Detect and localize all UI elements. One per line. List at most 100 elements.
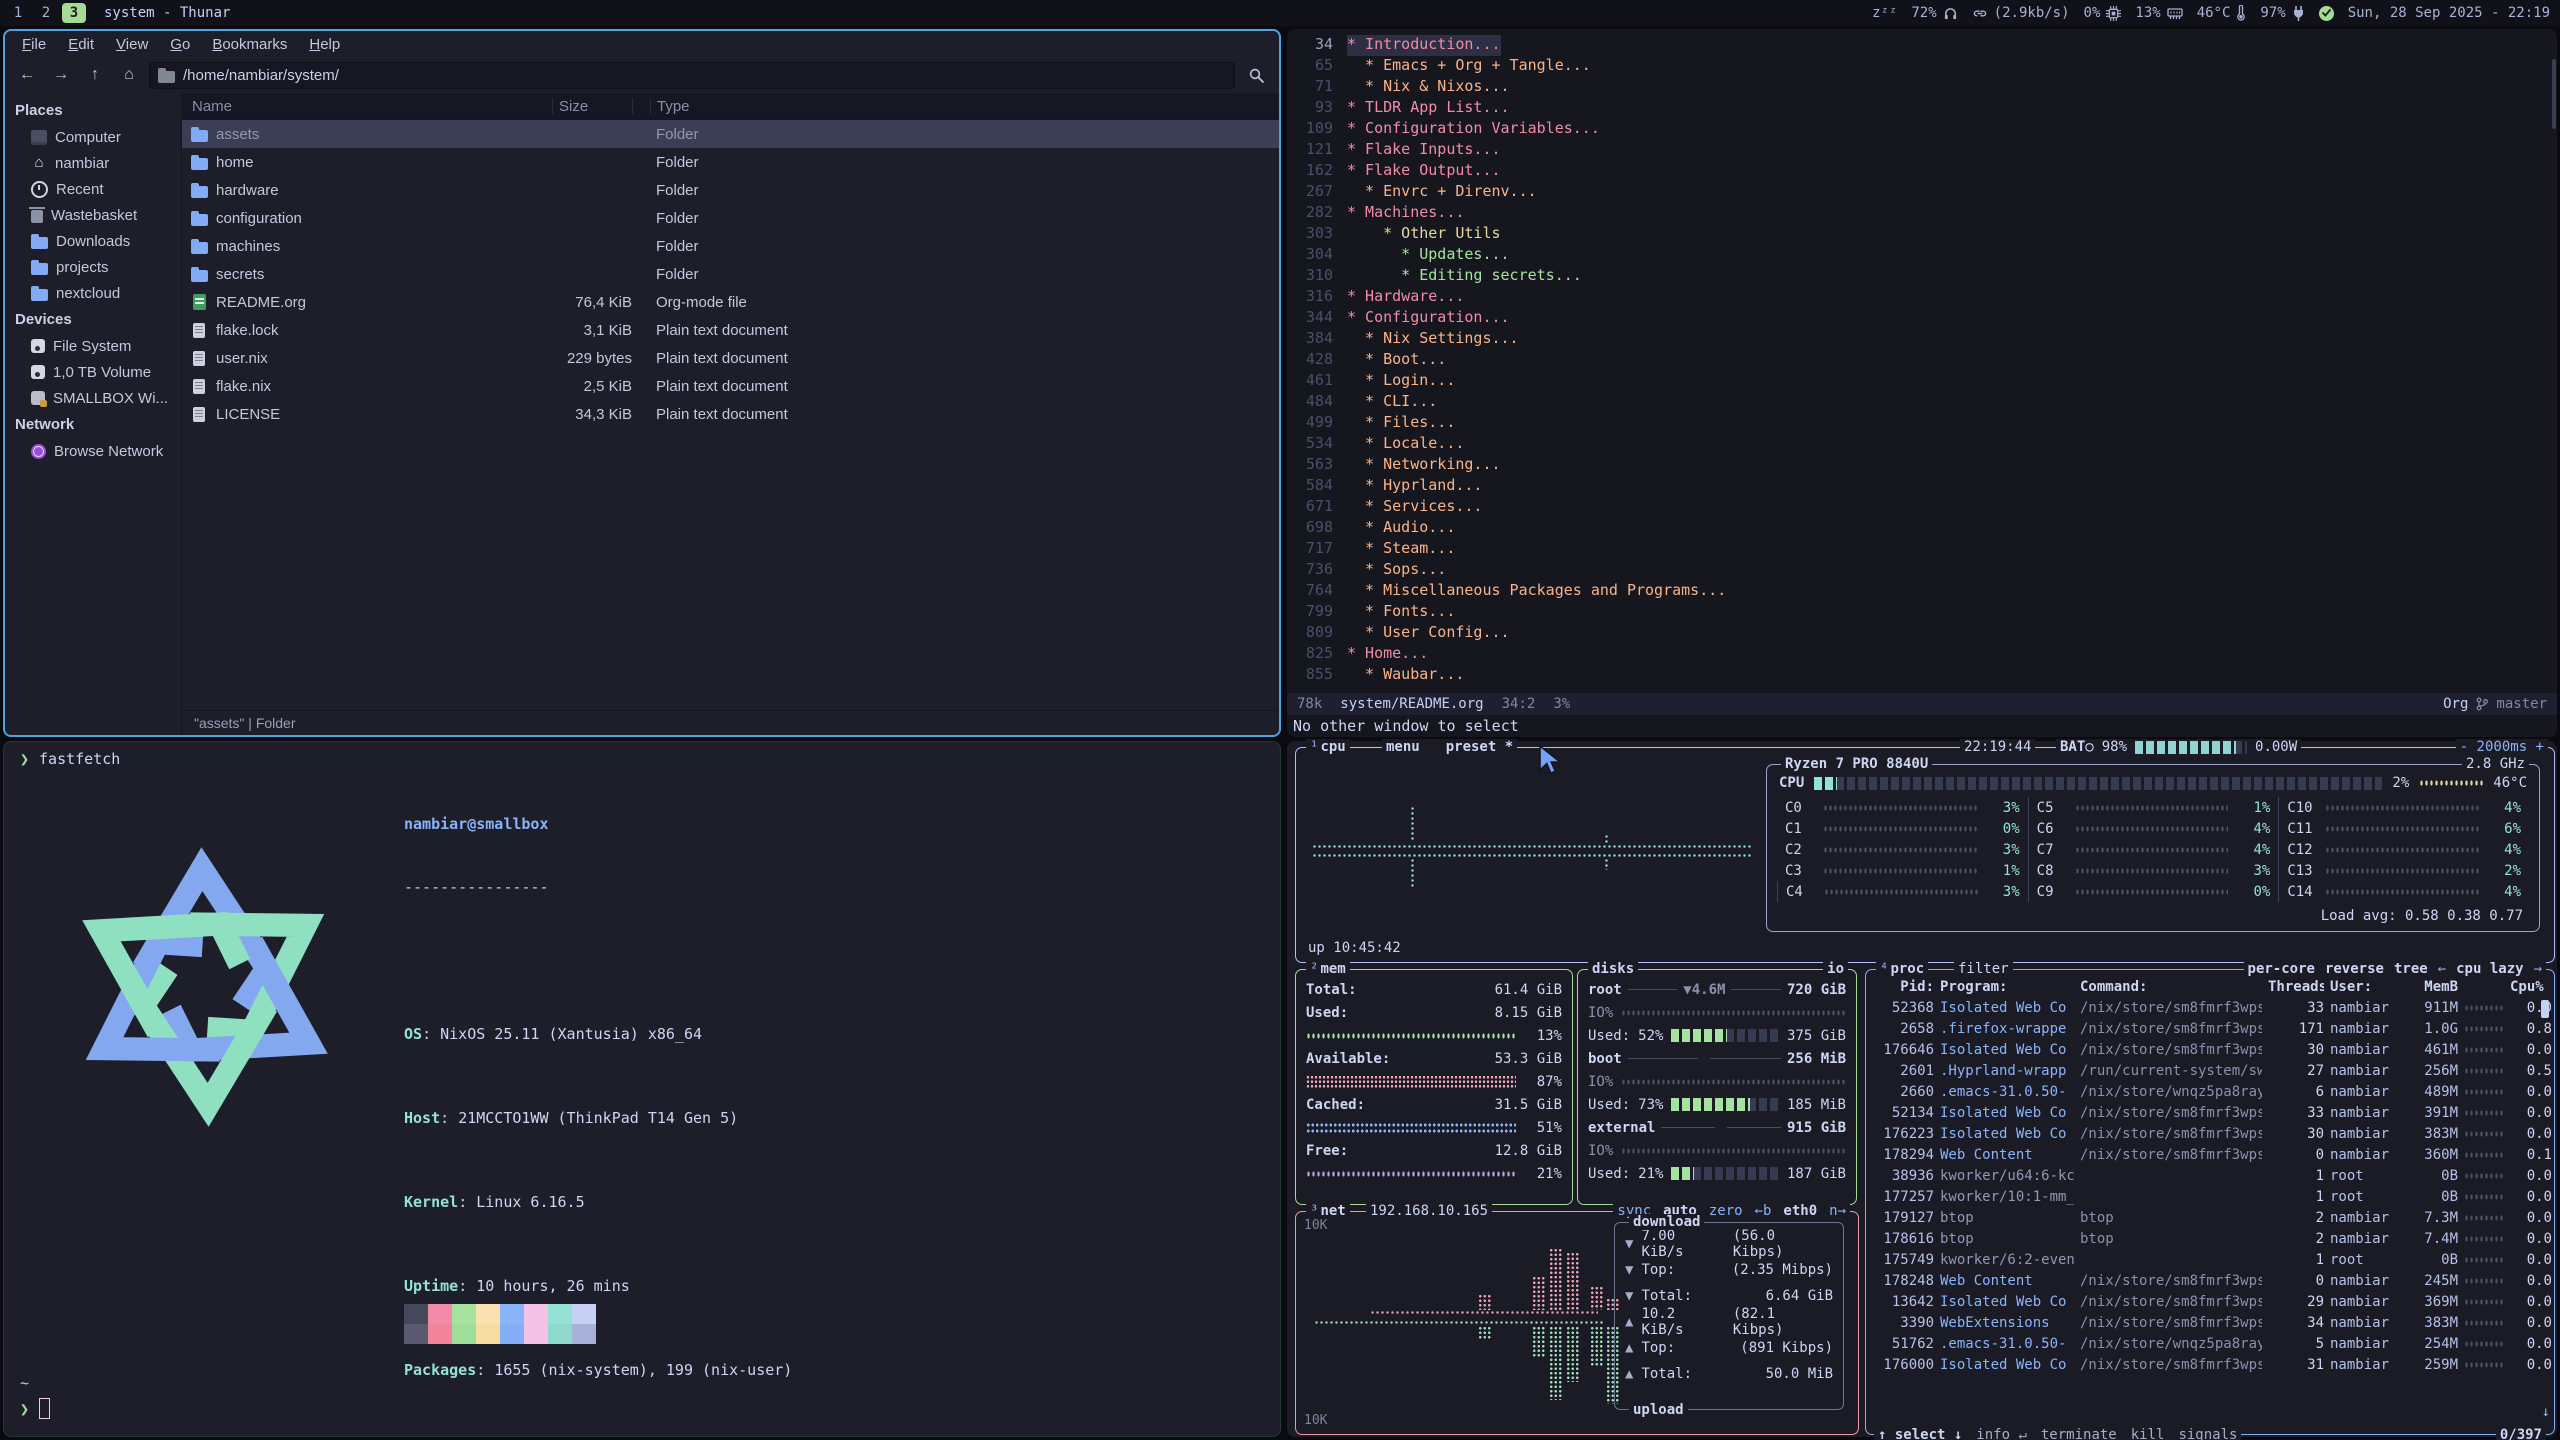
file-row[interactable]: LICENSE 34,3 KiB Plain text document [182,400,1279,428]
file-row[interactable]: flake.nix 2,5 KiB Plain text document [182,372,1279,400]
process-row[interactable]: 176646 Isolated Web Co /nix/store/sm8fmr… [1866,1039,2554,1060]
process-row[interactable]: 3390 WebExtensions /nix/store/sm8fmrf3wp… [1866,1312,2554,1333]
process-row[interactable]: 2660 .emacs-31.0.50- /nix/store/wnqz5pa8… [1866,1081,2554,1102]
process-row[interactable]: 51762 .emacs-31.0.50- /nix/store/wnqz5pa… [1866,1333,2554,1354]
cpu-box-title[interactable]: ¹cpu [1306,739,1350,755]
sidebar-item[interactable]: Downloads [5,228,181,254]
net-option[interactable]: eth0 [1783,1203,1817,1219]
process-row[interactable]: 177257 kworker/10:1-mm_ 1 root 0B 0.0 [1866,1186,2554,1207]
menu-item[interactable]: View [107,34,157,55]
shell-prompt[interactable]: ❯ [20,1398,50,1419]
sidebar-item[interactable]: nextcloud [5,280,181,306]
net-option[interactable]: ←b [1755,1203,1772,1219]
proc-action[interactable]: kill [2131,1427,2165,1440]
file-row[interactable]: configuration Folder [182,204,1279,232]
menu-item[interactable]: File [13,34,55,55]
path-bar[interactable]: /home/nambiar/system/ [149,62,1235,89]
proc-box-title[interactable]: ⁴proc [1876,961,1928,977]
menu-item[interactable]: Go [161,34,199,55]
home-button[interactable]: ⌂ [115,62,143,88]
btop-menu-item[interactable]: preset * [1446,739,1513,755]
sidebar-item[interactable]: projects [5,254,181,280]
update-interval[interactable]: - 2000ms + [2456,739,2548,755]
clock[interactable]: Sun, 28 Sep 2025 - 22:19 [2348,5,2550,21]
column-size[interactable]: Size [552,98,632,114]
file-row[interactable]: secrets Folder [182,260,1279,288]
file-row[interactable]: assets Folder [182,120,1279,148]
process-row[interactable]: 176000 Isolated Web Co /nix/store/sm8fmr… [1866,1354,2554,1375]
sidebar-item[interactable]: SMALLBOX Wi... [5,385,181,411]
io-toggle[interactable]: io [1823,961,1848,977]
column-name[interactable]: Name [182,98,552,114]
process-row[interactable]: 178616 btop btop 2 nambiar 7.4M 0.0 [1866,1228,2554,1249]
filter-button[interactable]: filter [1954,961,2013,977]
column-user[interactable]: User: [2330,979,2400,995]
process-row[interactable]: 13642 Isolated Web Co /nix/store/sm8fmrf… [1866,1291,2554,1312]
battery-indicator[interactable]: 97% [2260,5,2304,21]
proc-option[interactable]: ← [2438,961,2446,977]
process-row[interactable]: 2658 .firefox-wrappe /nix/store/sm8fmrf3… [1866,1018,2554,1039]
sidebar-item[interactable]: ⌂nambiar [5,150,181,176]
process-row[interactable]: 175749 kworker/6:2-even 1 root 0B 0.0 [1866,1249,2554,1270]
workspace-button[interactable]: 1 [6,3,30,23]
process-row[interactable]: 38936 kworker/u64:6-kc 1 root 0B 0.0 [1866,1165,2554,1186]
forward-button[interactable]: → [47,62,75,88]
net-option[interactable]: n→ [1829,1203,1846,1219]
scrollbar-thumb[interactable] [2552,59,2556,129]
proc-action[interactable]: terminate [2041,1427,2117,1440]
menu-item[interactable]: Help [300,34,349,55]
process-row[interactable]: 176223 Isolated Web Co /nix/store/sm8fmr… [1866,1123,2554,1144]
net-option[interactable]: zero [1709,1203,1743,1219]
back-button[interactable]: ← [13,62,41,88]
workspace-button[interactable]: 3 [62,3,86,23]
file-row[interactable]: hardware Folder [182,176,1279,204]
proc-option[interactable]: per-core [2248,961,2315,977]
process-row[interactable]: 52134 Isolated Web Co /nix/store/sm8fmrf… [1866,1102,2554,1123]
column-command[interactable]: Command: [2080,979,2262,995]
menu-item[interactable]: Bookmarks [203,34,296,55]
file-row[interactable]: user.nix 229 bytes Plain text document [182,344,1279,372]
process-row[interactable]: 178248 Web Content /nix/store/sm8fmrf3wp… [1866,1270,2554,1291]
sidebar-item[interactable]: File System [5,333,181,359]
process-row[interactable]: 178294 Web Content /nix/store/sm8fmrf3wp… [1866,1144,2554,1165]
workspace-button[interactable]: 2 [34,3,58,23]
file-row[interactable]: flake.lock 3,1 KiB Plain text document [182,316,1279,344]
file-row[interactable]: machines Folder [182,232,1279,260]
column-pid[interactable]: Pid: [1874,979,1934,995]
proc-option[interactable]: reverse [2325,961,2384,977]
proc-option[interactable]: → [2534,961,2542,977]
net-box-title[interactable]: ³net [1306,1203,1350,1219]
proc-scrollbar-thumb[interactable] [2541,1000,2549,1018]
sidebar-item[interactable]: 1,0 TB Volume [5,359,181,385]
proc-action[interactable]: ↑ select ↓ [1878,1427,1962,1440]
process-row[interactable]: 179127 btop btop 2 nambiar 7.3M 0.0 [1866,1207,2554,1228]
volume-indicator[interactable]: 72% [1911,5,1957,21]
sidebar-item[interactable]: Recent [5,176,181,202]
column-type[interactable]: Type [650,98,1279,114]
menu-item[interactable]: Edit [59,34,103,55]
search-button[interactable] [1241,62,1271,88]
column-cpu[interactable]: Cpu% ↑ [2510,979,2552,995]
column-memb[interactable]: MemB [2406,979,2458,995]
process-row[interactable]: 2601 .Hyprland-wrapp /run/current-system… [1866,1060,2554,1081]
idle-inhibitor[interactable]: zᶻᶻ [1872,5,1897,21]
network-indicator[interactable]: (2.9kb/s) [1972,5,2070,21]
temperature-indicator[interactable]: 46°C [2197,5,2247,21]
column-threads[interactable]: Threads: [2268,979,2324,995]
status-ok[interactable] [2319,6,2334,21]
mem-box-title[interactable]: ²mem [1306,961,1350,977]
proc-option[interactable]: tree [2394,961,2428,977]
file-row[interactable]: home Folder [182,148,1279,176]
sidebar-item[interactable]: Computer [5,124,181,150]
btop-menu-item[interactable]: menu [1386,739,1420,755]
up-button[interactable]: ↑ [81,62,109,88]
proc-action[interactable]: info ↵ [1976,1427,2027,1440]
column-program[interactable]: Program: [1940,979,2074,995]
file-row[interactable]: README.org 76,4 KiB Org-mode file [182,288,1279,316]
process-row[interactable]: 52368 Isolated Web Co /nix/store/sm8fmrf… [1866,997,2554,1018]
cpu-indicator[interactable]: 0% [2084,5,2122,21]
memory-indicator[interactable]: 13% [2135,5,2182,21]
sidebar-item[interactable]: Wastebasket [5,202,181,228]
sidebar-item[interactable]: Browse Network [5,438,181,464]
proc-action[interactable]: signals [2178,1427,2237,1440]
